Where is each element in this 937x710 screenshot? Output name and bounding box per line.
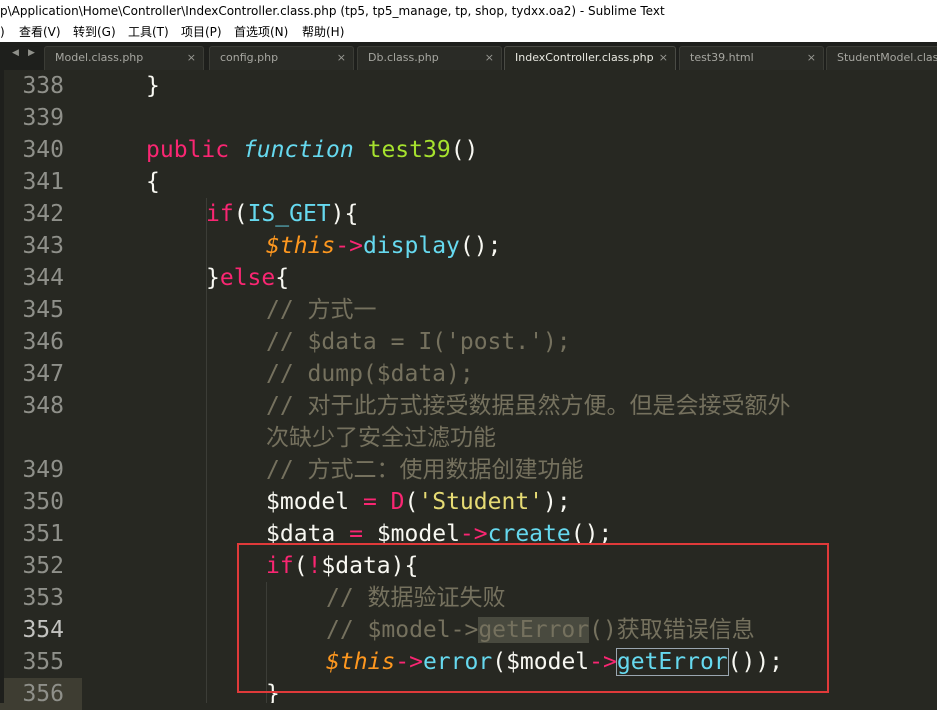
code-line-348-wrapped: 次缺少了安全过滤功能 [266,422,496,454]
menu-item-view[interactable]: 查看(V) [19,22,61,42]
annotation-highlight-box [237,543,829,693]
method-call: display [362,233,460,259]
keyword-function: function [242,137,354,163]
line-number: 342 [22,201,64,227]
tab-scroll-left-icon[interactable]: ◀ [12,48,19,58]
comment: // dump($data); [266,361,474,387]
code-line-346: // $data = I('post.'); [266,326,571,358]
close-icon[interactable]: × [187,47,196,69]
comment: // 方式二：使用数据创建功能 [266,457,584,483]
code-line-345: // 方式一 [266,294,377,326]
paren-open: ( [233,201,248,227]
code-line-338: } [146,70,160,102]
line-number-current: 354 [22,617,64,643]
line-number: 348 [22,393,64,419]
tab-config[interactable]: config.php × [209,46,354,70]
brace: } [206,265,220,291]
line-number-gutter[interactable]: 338 339 340 341 342 343 344 345 346 347 … [0,70,86,710]
window-title: p\Application\Home\Controller\IndexContr… [0,4,665,18]
window-titlebar: p\Application\Home\Controller\IndexContr… [0,0,937,22]
code-line-341: { [146,166,160,198]
line-number: 346 [22,329,64,355]
keyword-if: if [206,201,234,227]
line-number: 351 [22,521,64,547]
code-line-343: $this->display(); [266,230,501,262]
code-line-344: }else{ [206,262,289,294]
comment: // 对于此方式接受数据虽然方便。但是会接受额外 [266,393,791,419]
menu-item-goto[interactable]: 转到(G) [73,22,116,42]
variable: $model [266,489,350,515]
comment: // 方式一 [266,297,377,323]
comment: 次缺少了安全过滤功能 [266,425,496,451]
tab-label: Db.class.php [368,51,439,64]
code-line-350: $model = D('Student'); [266,486,571,518]
menu-item-truncated[interactable]: ) [0,22,5,42]
call-end: (); [459,233,502,259]
paren-open: ( [404,489,419,515]
tab-indexcontroller[interactable]: IndexController.class.php × [504,46,676,70]
code-line-349: // 方式二：使用数据创建功能 [266,454,584,486]
menu-item-project[interactable]: 项目(P) [181,22,222,42]
line-number: 345 [22,297,64,323]
paren-close: ); [543,489,571,515]
comment: // $data = I('post.'); [266,329,571,355]
line-number: 343 [22,233,64,259]
line-number: 356 [22,681,64,707]
code-line-342: if(IS_GET){ [206,198,358,230]
line-number: 347 [22,361,64,387]
line-number: 352 [22,553,64,579]
menu-item-preferences[interactable]: 首选项(N) [234,22,288,42]
paren-close: ){ [330,201,359,227]
function-name: test39 [367,137,451,163]
line-number: 340 [22,137,64,163]
line-number: 349 [22,457,64,483]
brace: } [146,73,160,99]
arrow-operator: -> [335,233,363,259]
tab-scroll-right-icon[interactable]: ▶ [28,48,35,58]
close-icon[interactable]: × [807,47,816,69]
assign-operator: = [362,489,377,515]
tab-label: IndexController.class.php [515,51,654,64]
close-icon[interactable]: × [659,47,668,69]
function-d: D [390,489,405,515]
tab-test39-html[interactable]: test39.html × [679,46,824,70]
constant: IS_GET [247,201,331,227]
code-line-340: public function test39() [146,134,478,166]
brace: { [275,265,290,291]
gutter-edge [0,70,4,703]
close-icon[interactable]: × [485,47,494,69]
line-number: 339 [22,105,64,131]
tab-label: Model.class.php [55,51,144,64]
line-number: 350 [22,489,64,515]
keyword-else: else [219,265,276,291]
tab-model-class[interactable]: Model.class.php × [44,46,204,70]
menu-item-tools[interactable]: 工具(T) [128,22,169,42]
code-line-347: // dump($data); [266,358,474,390]
line-number: 355 [22,649,64,675]
tab-label: StudentModel.class [837,51,937,64]
code-line-348: // 对于此方式接受数据虽然方便。但是会接受额外 [266,390,791,422]
parens: () [450,137,479,163]
menu-bar: ) 查看(V) 转到(G) 工具(T) 项目(P) 首选项(N) 帮助(H) [0,22,937,42]
close-icon[interactable]: × [337,47,346,69]
tab-label: test39.html [690,51,754,64]
string-literal: 'Student' [418,489,544,515]
brace: { [146,169,160,195]
line-number: 344 [22,265,64,291]
line-number: 341 [22,169,64,195]
tab-studentmodel[interactable]: StudentModel.class [826,46,937,70]
this-variable: $this [266,233,336,259]
line-number: 338 [22,73,64,99]
tab-db-class[interactable]: Db.class.php × [357,46,502,70]
keyword-public: public [146,137,230,163]
tab-label: config.php [220,51,279,64]
line-number: 353 [22,585,64,611]
tab-bar: ◀ ▶ Model.class.php × config.php × Db.cl… [0,42,937,70]
menu-item-help[interactable]: 帮助(H) [302,22,344,42]
